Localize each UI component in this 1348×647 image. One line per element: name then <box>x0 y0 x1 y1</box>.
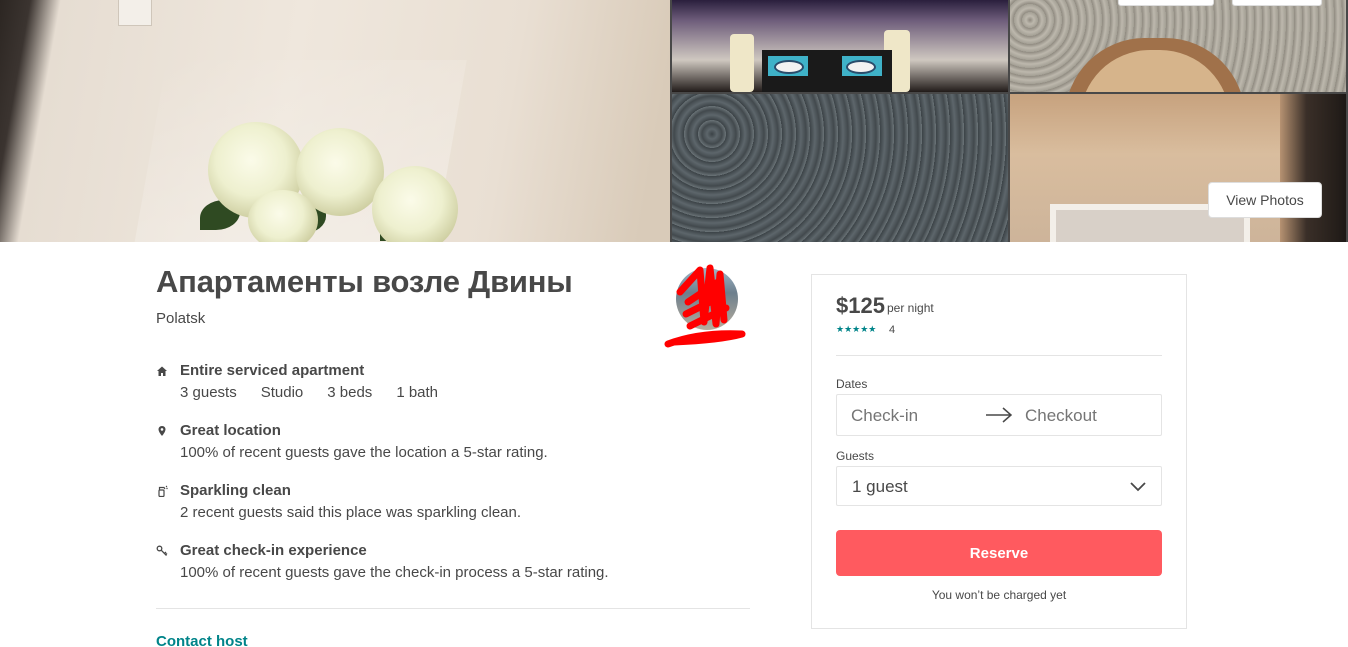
wall-switch <box>118 0 152 26</box>
booking-card: $125 per night ★★★★★ 4 Dates Check-in Ch… <box>811 274 1187 629</box>
wallpaper-photo[interactable] <box>672 94 1008 242</box>
not-charged-note: You won’t be charged yet <box>931 588 1067 602</box>
save-button[interactable] <box>1232 0 1322 6</box>
spec-guests: 3 guests <box>180 384 237 401</box>
wardrobe-edge <box>1280 94 1346 242</box>
rose <box>248 190 318 242</box>
checkin-input[interactable]: Check-in <box>851 406 918 426</box>
plate <box>846 60 876 74</box>
main-photo[interactable] <box>0 0 670 242</box>
reserve-button[interactable]: Reserve <box>836 530 1162 576</box>
feature-description: 100% of recent guests gave the location … <box>180 444 548 461</box>
listing-title: Апартаменты возле Двины <box>156 264 573 299</box>
spray-bottle-icon <box>158 485 168 497</box>
share-button[interactable] <box>1118 0 1214 6</box>
review-count[interactable]: 4 <box>889 324 895 336</box>
listing-city[interactable]: Polatsk <box>156 310 205 327</box>
per-night-label: per night <box>887 301 934 315</box>
room-photo[interactable] <box>1010 94 1346 242</box>
photo-gallery: View Photos <box>0 0 1348 242</box>
guests-label: Guests <box>836 449 875 463</box>
location-pin-icon <box>158 426 166 436</box>
listing-specs: 3 guests Studio 3 beds 1 bath <box>180 384 438 401</box>
spec-baths: 1 bath <box>396 384 439 401</box>
checkout-input[interactable]: Checkout <box>1025 406 1097 426</box>
arrow-right-icon <box>986 407 1013 423</box>
hallway-photo[interactable] <box>1010 0 1346 92</box>
nightly-price: $125 <box>836 293 885 318</box>
spec-beds: 3 beds <box>327 384 373 401</box>
host-avatar[interactable] <box>664 264 746 348</box>
feature-title: Sparkling clean <box>180 482 291 499</box>
feature-title: Entire serviced apartment <box>180 362 365 379</box>
feature-title: Great location <box>180 422 281 439</box>
spec-type: Studio <box>260 384 304 401</box>
guests-select[interactable]: 1 guest <box>836 466 1162 506</box>
rose <box>372 166 458 242</box>
redaction-scribble <box>664 264 746 348</box>
dates-label: Dates <box>836 377 868 391</box>
guests-value: 1 guest <box>852 477 908 496</box>
view-photos-button[interactable]: View Photos <box>1208 182 1322 218</box>
dates-picker: Check-in Checkout <box>836 394 1162 436</box>
plate <box>774 60 804 74</box>
contact-host-link[interactable]: Contact host <box>156 633 248 647</box>
feature-description: 2 recent guests said this place was spar… <box>180 504 522 521</box>
card-divider <box>836 355 1162 356</box>
section-divider <box>156 608 750 609</box>
feature-title: Great check-in experience <box>180 542 367 559</box>
dining-photo[interactable] <box>672 0 1008 92</box>
feature-description: 100% of recent guests gave the check-in … <box>180 564 609 581</box>
home-icon <box>157 366 167 376</box>
chevron-down-icon <box>1130 482 1146 492</box>
key-icon <box>156 545 168 556</box>
star-rating: ★★★★★ <box>836 324 877 334</box>
chair <box>730 34 754 92</box>
